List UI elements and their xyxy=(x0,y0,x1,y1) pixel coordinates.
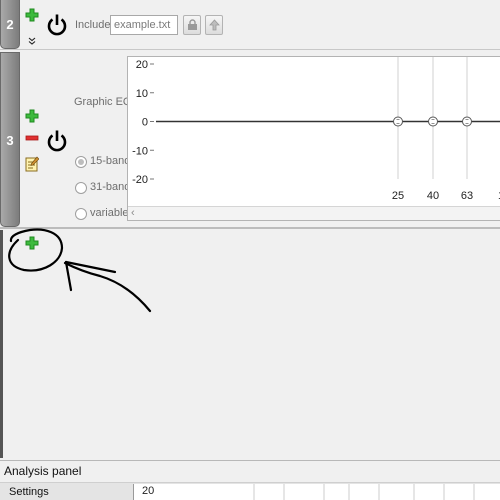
radio-label: variable xyxy=(90,207,129,219)
eq-band-handle[interactable] xyxy=(393,116,403,127)
edit-icon[interactable] xyxy=(25,156,39,172)
upload-icon xyxy=(209,19,220,31)
eq-x-tick-label: 40 xyxy=(427,190,439,202)
analysis-gridlines xyxy=(253,484,475,500)
radio-button[interactable] xyxy=(75,156,87,168)
eq-y-tick-label: 0 xyxy=(142,117,148,129)
include-label: Include: xyxy=(75,19,114,31)
analysis-graph[interactable]: 20 xyxy=(133,484,500,500)
analysis-panel-title: Analysis panel xyxy=(4,464,82,478)
eq-band-handle[interactable] xyxy=(462,116,472,127)
filter-row-include: 2 Include: xyxy=(0,0,500,50)
graphic-eq-label: Graphic EQ: xyxy=(74,96,135,108)
filter-number: 3 xyxy=(6,133,14,148)
filter-list-area: 2 Include: 3 xyxy=(0,0,500,460)
add-icon[interactable] xyxy=(25,8,39,22)
add-filter-button[interactable] xyxy=(25,236,39,250)
eq-y-tick-label: -20 xyxy=(132,174,148,186)
eq-scrollbar[interactable]: ‹ xyxy=(128,206,500,220)
radio-label: 15-band xyxy=(90,155,131,167)
eq-x-tick-label: 63 xyxy=(461,190,473,202)
power-icon[interactable] xyxy=(46,129,68,153)
analysis-settings-row: Settings 20 xyxy=(0,482,500,500)
filter-number: 2 xyxy=(6,17,14,32)
lock-icon xyxy=(187,19,198,31)
open-file-button[interactable] xyxy=(205,15,223,35)
include-file-field[interactable] xyxy=(110,15,178,35)
settings-label[interactable]: Settings xyxy=(9,486,49,498)
add-icon[interactable] xyxy=(25,109,39,123)
radio-button[interactable] xyxy=(75,208,87,220)
radio-label: 31-band xyxy=(90,181,131,193)
eq-band-handle[interactable] xyxy=(428,116,438,127)
chevron-down-icon[interactable] xyxy=(28,37,36,45)
graphic-eq-graph[interactable]: 20100-10-202540631 ‹ xyxy=(127,56,500,221)
eq-y-tick-label: -10 xyxy=(132,145,148,157)
eq-chart[interactable]: 20100-10-202540631 xyxy=(128,57,500,207)
scroll-left-arrow-icon[interactable]: ‹ xyxy=(131,207,135,220)
eq-y-tick-label: 10 xyxy=(136,88,148,100)
remove-icon[interactable] xyxy=(25,135,39,141)
browse-button[interactable] xyxy=(183,15,201,35)
eq-y-tick-label: 20 xyxy=(136,59,148,71)
eq-x-tick-label: 25 xyxy=(392,190,404,202)
analysis-panel: Analysis panel Settings 20 xyxy=(0,460,500,500)
left-divider xyxy=(0,230,3,458)
radio-button[interactable] xyxy=(75,182,87,194)
filter-row-graphic-eq: 3 Graphic EQ: 15-band 31-band variable 2… xyxy=(0,52,500,229)
power-icon[interactable] xyxy=(46,13,68,37)
